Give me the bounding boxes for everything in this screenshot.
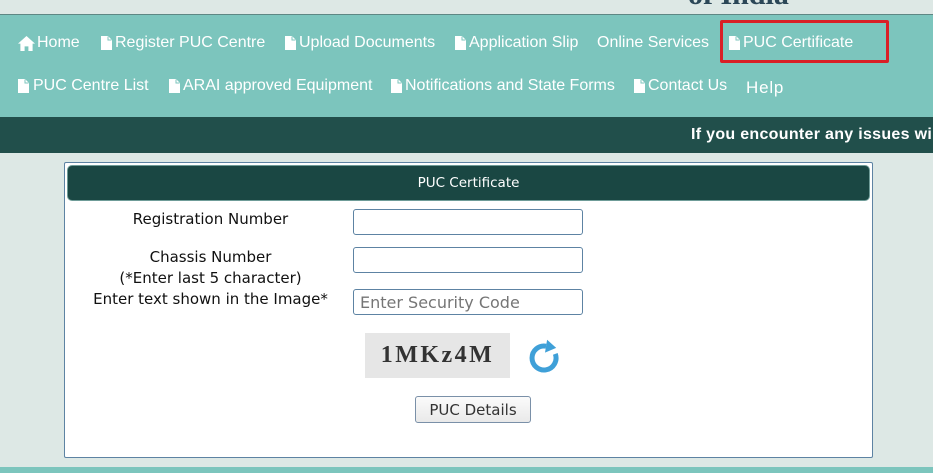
captcha-text: 1MKz4M [380, 342, 495, 368]
nav-item-application-slip[interactable]: Application Slip [455, 33, 578, 53]
nav-item-upload-documents[interactable]: Upload Documents [285, 33, 435, 53]
notice-marquee: If you encounter any issues wi [0, 117, 933, 153]
nav-item-label: Help [746, 78, 785, 97]
captcha-label: Enter text shown in the Image* [93, 290, 328, 308]
document-icon [729, 36, 740, 50]
nav-item-online-services[interactable]: Online Services [597, 33, 709, 53]
nav-item-label: Register PUC Centre [115, 34, 266, 51]
footer-strip [0, 467, 933, 473]
chassis-number-input[interactable] [353, 247, 583, 273]
main-navbar: Home Register PUC Centre Upload Document… [0, 14, 933, 117]
nav-item-register-puc-centre[interactable]: Register PUC Centre [101, 33, 265, 53]
chassis-number-hint: (*Enter last 5 character) [119, 269, 302, 287]
document-icon [285, 36, 296, 50]
nav-item-home[interactable]: Home [18, 33, 80, 53]
home-icon [18, 35, 35, 51]
site-title-fragment: of India [688, 0, 789, 10]
nav-item-notifications-state-forms[interactable]: Notifications and State Forms [391, 76, 615, 96]
puc-certificate-panel: PUC Certificate Registration Number Chas… [64, 162, 873, 458]
registration-number-label: Registration Number [132, 210, 289, 228]
refresh-icon[interactable] [528, 337, 562, 373]
nav-item-puc-centre-list[interactable]: PUC Centre List [18, 76, 149, 96]
nav-item-label: Home [37, 34, 80, 51]
security-code-input[interactable] [353, 289, 583, 315]
nav-item-label: ARAI approved Equipment [183, 77, 373, 94]
nav-item-label: Contact Us [648, 77, 728, 94]
nav-item-arai-approved-equipment[interactable]: ARAI approved Equipment [169, 76, 372, 96]
captcha-image: 1MKz4M [365, 333, 510, 378]
document-icon [634, 79, 645, 93]
document-icon [18, 79, 29, 93]
nav-item-label: Online Services [597, 34, 710, 51]
nav-item-label: PUC Centre List [33, 77, 149, 94]
nav-item-label: PUC Certificate [743, 34, 854, 51]
notice-text: If you encounter any issues wi [691, 126, 933, 143]
panel-header: PUC Certificate [67, 165, 870, 201]
chassis-number-label: Chassis Number [149, 248, 272, 266]
document-icon [391, 79, 402, 93]
panel-title: PUC Certificate [417, 175, 520, 191]
site-header-strip: of India [0, 0, 933, 14]
nav-item-label: Notifications and State Forms [405, 77, 615, 94]
nav-item-label: Upload Documents [299, 34, 436, 51]
nav-item-contact-us[interactable]: Contact Us [634, 76, 727, 96]
document-icon [169, 79, 180, 93]
nav-item-puc-certificate[interactable]: PUC Certificate [729, 33, 853, 53]
document-icon [101, 36, 112, 50]
nav-item-label: Application Slip [469, 34, 579, 51]
nav-item-help[interactable]: Help [746, 78, 784, 98]
puc-details-button[interactable]: PUC Details [415, 396, 531, 423]
document-icon [455, 36, 466, 50]
registration-number-input[interactable] [353, 209, 583, 235]
